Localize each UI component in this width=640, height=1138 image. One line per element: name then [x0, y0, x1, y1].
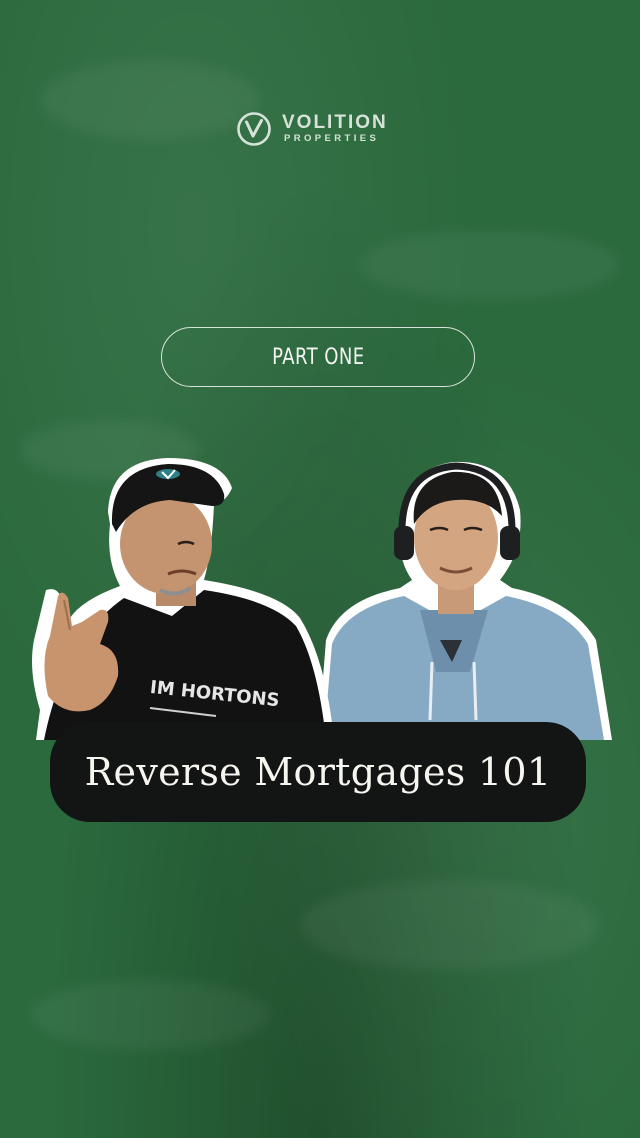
part-label: PART ONE: [271, 344, 365, 370]
chalk-smudge: [30, 980, 270, 1050]
title-banner: Reverse Mortgages 101: [50, 722, 586, 822]
chalk-smudge: [40, 60, 260, 140]
right-person: [318, 461, 612, 740]
left-person: IM HORTONS: [32, 458, 334, 740]
volition-v-logo-icon: [237, 112, 271, 146]
part-pill: PART ONE: [161, 327, 475, 387]
logo-subtitle: PROPERTIES: [284, 133, 380, 144]
logo-name: VOLITION: [282, 112, 388, 133]
brand-logo: VOLITION PROPERTIES: [236, 111, 406, 147]
chalk-smudge: [300, 880, 600, 970]
video-title: Reverse Mortgages 101: [84, 750, 552, 794]
chalk-smudge: [360, 230, 620, 300]
